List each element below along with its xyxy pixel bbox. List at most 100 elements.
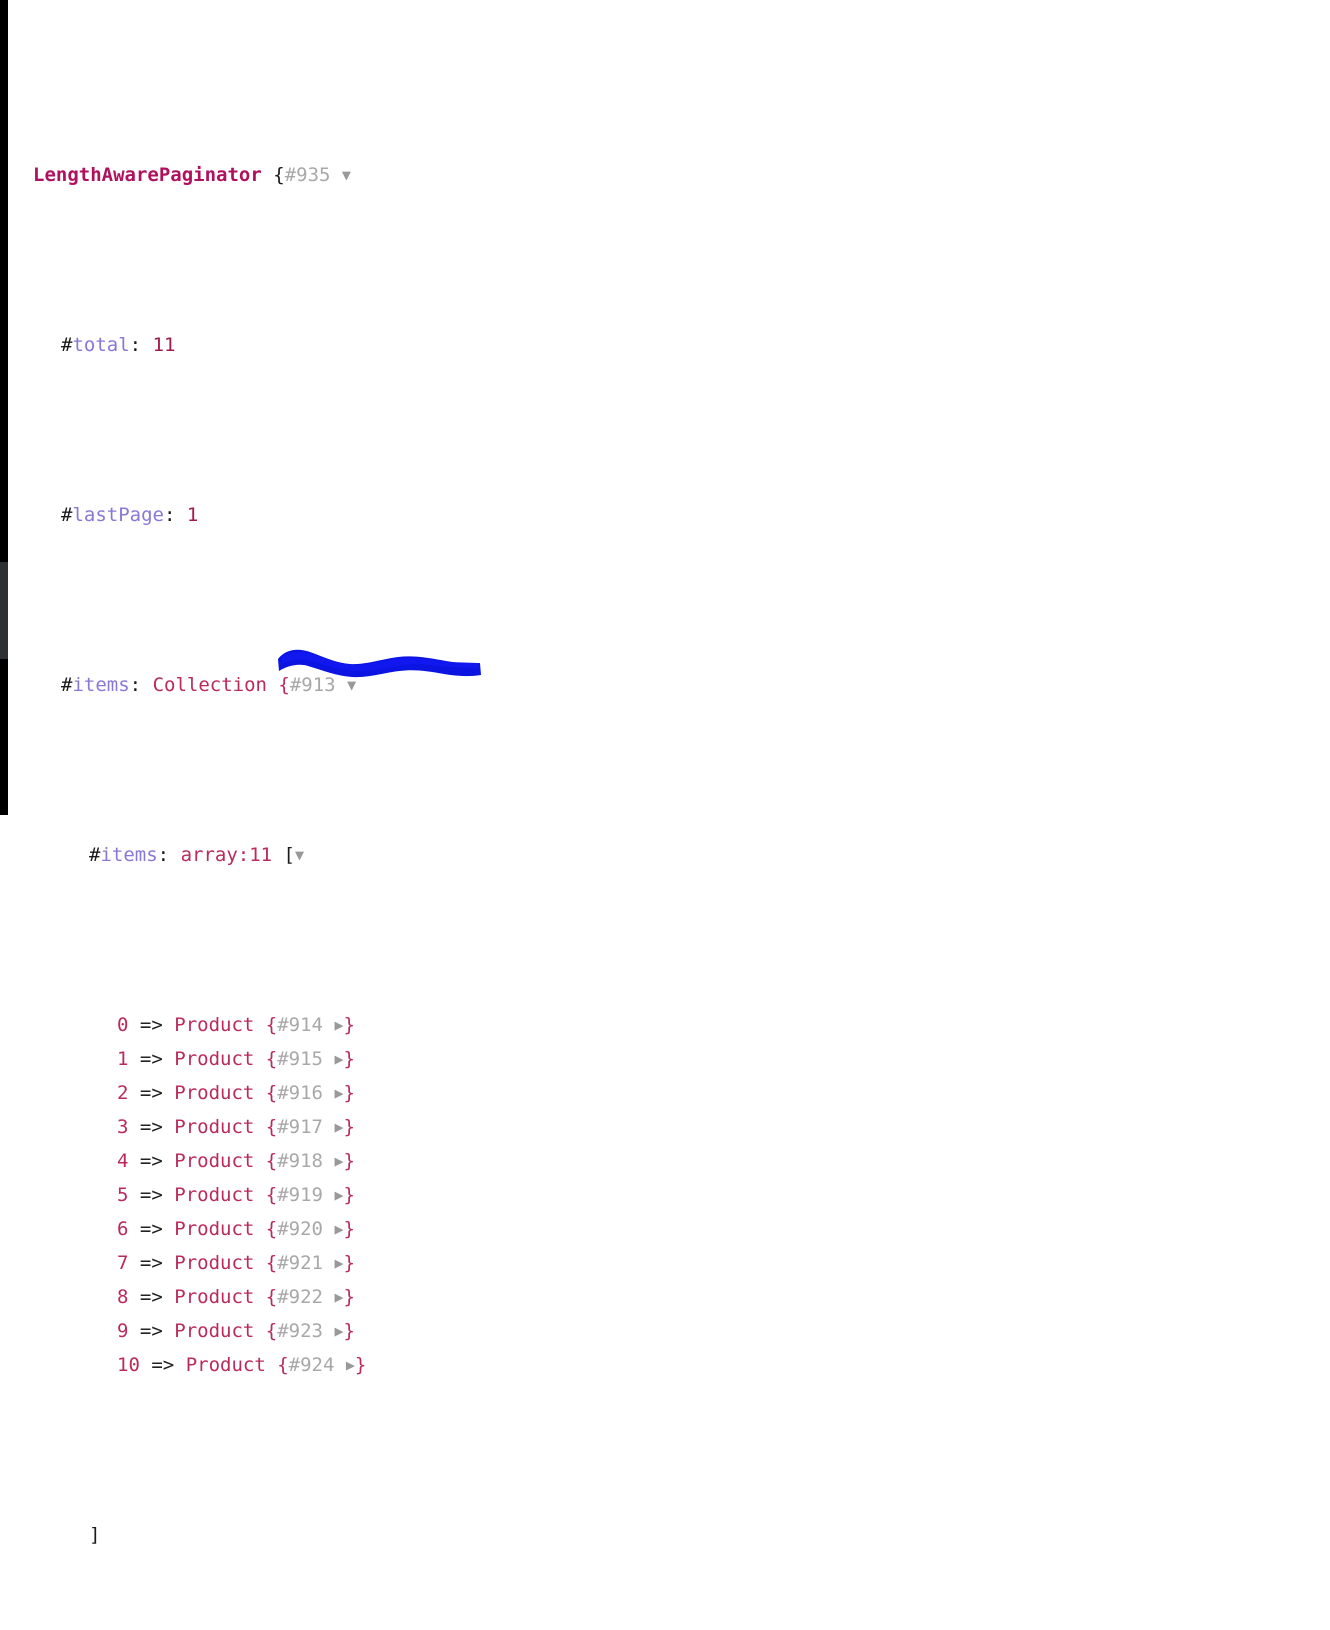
- lastpage-hash: #: [61, 504, 73, 526]
- chevron-right-icon[interactable]: [334, 1050, 343, 1068]
- dump-line-items-collection: #items: Collection {#913: [33, 668, 633, 702]
- dump-body: LengthAwarePaginator {#935 #total: 11 #l…: [33, 22, 633, 1630]
- chevron-down-icon[interactable]: [342, 166, 351, 184]
- array-item-type: Product: [174, 1320, 255, 1342]
- array-item-object-id: #915: [277, 1048, 323, 1070]
- lastpage-label: lastPage: [72, 504, 164, 526]
- items-open-brace: {: [278, 674, 290, 696]
- array-item-arrow: =>: [139, 1116, 163, 1138]
- array-item-index: 8: [117, 1286, 129, 1308]
- array-item-arrow: =>: [139, 1082, 163, 1104]
- array-item-close-brace: }: [343, 1218, 355, 1240]
- array-item-close-brace: }: [343, 1150, 355, 1172]
- total-value: 11: [152, 334, 176, 356]
- array-item-close-brace: }: [354, 1354, 367, 1376]
- array-item-index: 7: [117, 1252, 129, 1274]
- items-type: Collection: [152, 674, 267, 696]
- dump-line-lastpage: #lastPage: 1: [33, 498, 633, 532]
- items-object-id: #913: [289, 674, 336, 696]
- var-dump-output: LengthAwarePaginator {#935 #total: 11 #l…: [0, 0, 1330, 1546]
- array-item-arrow: =>: [139, 1320, 163, 1342]
- array-item-object-id: #924: [288, 1354, 335, 1376]
- array-item-row: 1 => Product {#915 }: [33, 1042, 633, 1076]
- chevron-right-icon[interactable]: [334, 1254, 343, 1272]
- dump-line-array-close: ]: [33, 1518, 633, 1552]
- array-item-open-brace: {: [265, 1014, 278, 1036]
- chevron-right-icon[interactable]: [334, 1322, 343, 1340]
- array-item-object-id: #922: [277, 1286, 323, 1308]
- array-item-open-brace: {: [265, 1252, 278, 1274]
- array-item-object-id: #919: [277, 1184, 323, 1206]
- array-item-row: 9 => Product {#923 }: [33, 1314, 633, 1348]
- array-rows: 0 => Product {#914 }1 => Product {#915 }…: [33, 1008, 633, 1382]
- array-item-type: Product: [174, 1048, 255, 1070]
- dump-line-items-array: #items: array:11 [: [33, 838, 633, 872]
- array-item-open-brace: {: [265, 1048, 278, 1070]
- chevron-right-icon[interactable]: [334, 1220, 343, 1238]
- chevron-down-icon[interactable]: [295, 846, 304, 864]
- array-item-row: 3 => Product {#917 }: [33, 1110, 633, 1144]
- array-item-index: 0: [117, 1014, 129, 1036]
- root-object-id: #935: [284, 164, 331, 186]
- array-item-close-brace: }: [343, 1048, 355, 1070]
- array-item-open-brace: {: [265, 1218, 278, 1240]
- inner-items-open-bracket: [: [283, 844, 295, 866]
- array-item-close-brace: }: [343, 1184, 355, 1206]
- chevron-right-icon[interactable]: [346, 1356, 355, 1374]
- array-item-close-brace: }: [343, 1082, 355, 1104]
- array-item-open-brace: {: [265, 1184, 278, 1206]
- items-hash: #: [61, 674, 73, 696]
- root-class-name: LengthAwarePaginator: [33, 164, 262, 186]
- array-item-arrow: =>: [151, 1354, 175, 1376]
- page-scrollbar-thumb[interactable]: [0, 562, 8, 659]
- lastpage-colon: :: [163, 504, 176, 526]
- chevron-right-icon[interactable]: [334, 1288, 343, 1306]
- inner-items-label: items: [100, 844, 158, 866]
- lastpage-value: 1: [186, 504, 199, 526]
- array-item-object-id: #923: [277, 1320, 323, 1342]
- array-item-row: 10 => Product {#924 }: [33, 1348, 633, 1382]
- array-item-index: 6: [117, 1218, 129, 1240]
- chevron-right-icon[interactable]: [334, 1186, 343, 1204]
- array-item-type: Product: [185, 1354, 266, 1376]
- array-item-index: 9: [117, 1320, 129, 1342]
- page-scrollbar-track[interactable]: [0, 0, 8, 815]
- array-item-index: 10: [117, 1354, 140, 1376]
- chevron-right-icon[interactable]: [334, 1084, 343, 1102]
- chevron-right-icon[interactable]: [334, 1152, 343, 1170]
- total-colon: :: [129, 334, 142, 356]
- dump-root-line: LengthAwarePaginator {#935: [33, 158, 633, 192]
- array-item-arrow: =>: [139, 1218, 163, 1240]
- array-item-type: Product: [174, 1150, 255, 1172]
- array-item-row: 6 => Product {#920 }: [33, 1212, 633, 1246]
- array-item-open-brace: {: [265, 1082, 278, 1104]
- array-item-close-brace: }: [343, 1320, 355, 1342]
- array-item-arrow: =>: [139, 1286, 163, 1308]
- inner-items-colon: :: [157, 844, 170, 866]
- array-item-object-id: #920: [277, 1218, 323, 1240]
- total-label: total: [72, 334, 130, 356]
- total-hash: #: [61, 334, 73, 356]
- items-colon: :: [129, 674, 142, 696]
- chevron-right-icon[interactable]: [334, 1016, 343, 1034]
- root-open-brace: {: [273, 164, 285, 186]
- dump-line-total: #total: 11: [33, 328, 633, 362]
- items-label: items: [72, 674, 130, 696]
- array-item-arrow: =>: [139, 1150, 163, 1172]
- array-item-type: Product: [174, 1116, 255, 1138]
- array-item-open-brace: {: [277, 1354, 289, 1376]
- array-item-row: 4 => Product {#918 }: [33, 1144, 633, 1178]
- array-item-arrow: =>: [139, 1252, 163, 1274]
- array-item-close-brace: }: [343, 1252, 355, 1274]
- array-item-index: 1: [117, 1048, 129, 1070]
- chevron-right-icon[interactable]: [334, 1118, 343, 1136]
- array-item-type: Product: [174, 1184, 255, 1206]
- array-item-arrow: =>: [139, 1184, 163, 1206]
- array-item-open-brace: {: [265, 1116, 278, 1138]
- array-close-bracket: ]: [89, 1524, 101, 1546]
- array-item-object-id: #914: [277, 1014, 323, 1036]
- chevron-down-icon[interactable]: [347, 676, 356, 694]
- array-item-object-id: #916: [277, 1082, 323, 1104]
- inner-items-hash: #: [89, 844, 101, 866]
- array-item-type: Product: [174, 1014, 255, 1036]
